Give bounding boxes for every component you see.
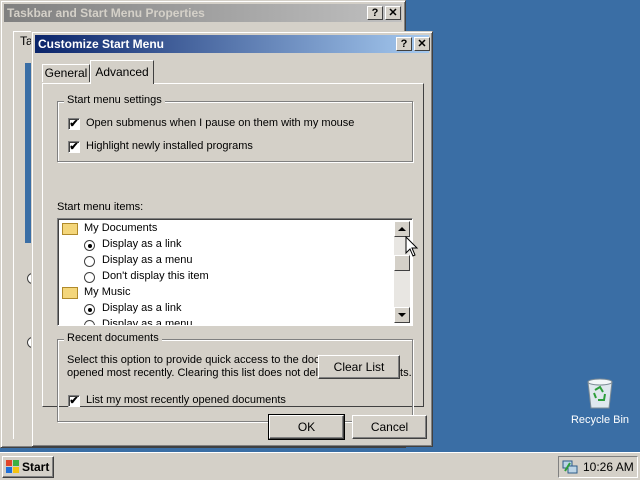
folder-icon bbox=[62, 223, 78, 235]
recycle-bin-shortcut[interactable]: Recycle Bin bbox=[566, 374, 634, 430]
ok-button[interactable]: OK bbox=[268, 414, 345, 440]
mouse-cursor-icon bbox=[405, 236, 419, 257]
open-submenus-label[interactable]: Open submenus when I pause on them with … bbox=[86, 117, 354, 129]
list-recent-checkbox[interactable]: ✔ bbox=[68, 395, 80, 407]
list-item[interactable]: Display as a link bbox=[62, 237, 392, 253]
radio-display-link[interactable] bbox=[84, 304, 95, 315]
clock[interactable]: 10:26 AM bbox=[583, 460, 634, 474]
taskbar-properties-title: Taskbar and Start Menu Properties bbox=[7, 6, 205, 20]
list-item[interactable]: Display as a menu bbox=[62, 253, 392, 269]
list-item[interactable]: Display as a link bbox=[62, 301, 392, 317]
recent-documents-group: Recent documents Select this option to p… bbox=[57, 332, 413, 422]
music-folder-icon bbox=[62, 287, 78, 299]
start-button[interactable]: Start bbox=[2, 456, 54, 478]
cancel-button[interactable]: Cancel bbox=[352, 415, 427, 439]
close-button[interactable]: ✕ bbox=[385, 6, 401, 20]
radio-display-menu[interactable] bbox=[84, 256, 95, 267]
highlight-programs-checkbox[interactable]: ✔ bbox=[68, 141, 80, 153]
list-recent-label[interactable]: List my most recently opened documents bbox=[86, 394, 286, 406]
close-button[interactable]: ✕ bbox=[414, 37, 430, 51]
dialog-titlebar[interactable]: Customize Start Menu bbox=[35, 35, 429, 53]
taskbar: Start 10:26 AM bbox=[0, 452, 640, 480]
recycle-bin-icon bbox=[587, 378, 613, 409]
start-menu-settings-legend: Start menu settings bbox=[64, 94, 165, 106]
recent-documents-legend: Recent documents bbox=[64, 332, 162, 344]
help-button[interactable]: ? bbox=[396, 37, 412, 51]
start-label: Start bbox=[22, 460, 50, 474]
arrow-up-icon bbox=[398, 227, 406, 231]
customize-start-menu-dialog: Customize Start Menu ? ✕ General Advance… bbox=[31, 31, 433, 447]
dialog-title: Customize Start Menu bbox=[38, 37, 165, 51]
start-menu-settings-group: Start menu settings ✔ Open submenus when… bbox=[57, 94, 413, 162]
list-item[interactable]: My Documents bbox=[62, 221, 392, 237]
open-submenus-checkbox[interactable]: ✔ bbox=[68, 118, 80, 130]
start-menu-items-list[interactable]: My Documents Display as a link Display a… bbox=[57, 218, 413, 326]
arrow-down-icon bbox=[398, 313, 406, 317]
scroll-up-button[interactable] bbox=[394, 221, 410, 237]
clear-list-button[interactable]: Clear List bbox=[318, 355, 400, 379]
system-tray: 10:26 AM bbox=[558, 456, 638, 478]
tab-general[interactable]: General bbox=[42, 64, 90, 82]
recycle-bin-label: Recycle Bin bbox=[570, 414, 630, 426]
scroll-down-button[interactable] bbox=[394, 307, 410, 323]
windows-logo-icon bbox=[6, 460, 19, 473]
highlight-programs-label[interactable]: Highlight newly installed programs bbox=[86, 140, 253, 152]
list-item[interactable]: Display as a menu bbox=[62, 317, 392, 325]
radio-display-link[interactable] bbox=[84, 240, 95, 251]
network-tray-icon[interactable] bbox=[562, 459, 578, 475]
radio-display-menu[interactable] bbox=[84, 320, 95, 325]
radio-dont-display[interactable] bbox=[84, 272, 95, 283]
list-item[interactable]: Don't display this item bbox=[62, 269, 392, 285]
start-menu-items-label: Start menu items: bbox=[57, 201, 144, 213]
help-button[interactable]: ? bbox=[367, 6, 383, 20]
tab-advanced[interactable]: Advanced bbox=[90, 60, 154, 84]
list-item[interactable]: My Music bbox=[62, 285, 392, 301]
taskbar-properties-titlebar[interactable]: Taskbar and Start Menu Properties bbox=[4, 4, 402, 22]
